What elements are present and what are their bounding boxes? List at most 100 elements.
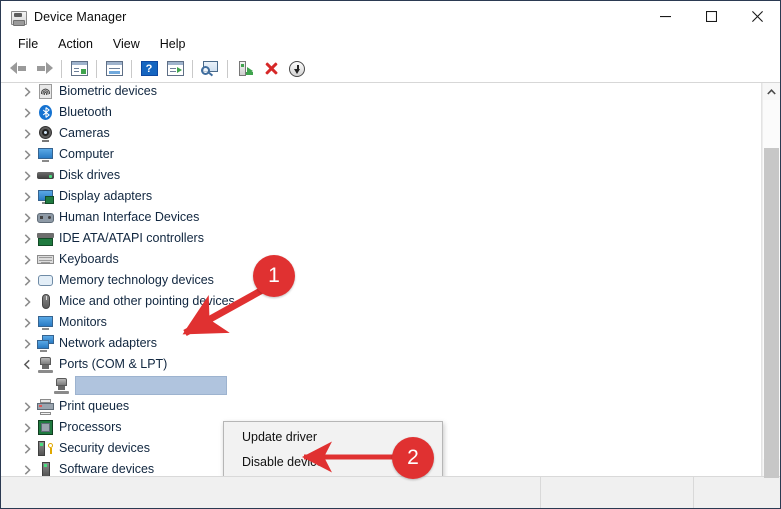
chevron-right-icon[interactable] — [19, 105, 35, 121]
toolbar-separator — [131, 59, 132, 78]
tree-item-disk-drives[interactable]: Disk drives — [1, 165, 761, 186]
chevron-down-icon[interactable] — [19, 357, 35, 373]
keyboard-icon — [37, 251, 54, 268]
tree-item-label: Display adapters — [59, 189, 153, 203]
tree-item-mice-and-other-pointing-devices[interactable]: Mice and other pointing devices — [1, 291, 761, 312]
tree-item-human-interface-devices[interactable]: Human Interface Devices — [1, 207, 761, 228]
tree-item-label: Software devices — [59, 462, 155, 476]
security-device-icon — [37, 440, 54, 457]
camera-icon — [37, 125, 54, 142]
mouse-icon — [37, 293, 54, 310]
arrow-left-icon — [9, 61, 28, 76]
chevron-right-icon[interactable] — [19, 294, 35, 310]
tree-item-label: Network adapters — [59, 336, 157, 350]
disable-device-button[interactable] — [284, 57, 310, 81]
chevron-right-icon[interactable] — [19, 147, 35, 163]
chevron-right-icon[interactable] — [19, 315, 35, 331]
properties-button[interactable] — [101, 57, 127, 81]
chevron-right-icon[interactable] — [19, 441, 35, 457]
help-question-icon: ? — [140, 61, 158, 76]
back-button[interactable] — [5, 57, 31, 81]
close-button[interactable] — [734, 1, 780, 32]
tree-item-print-queues[interactable]: Print queues — [1, 396, 761, 417]
context-menu-item-update-driver[interactable]: Update driver — [224, 424, 442, 449]
update-driver-button[interactable] — [232, 57, 258, 81]
update-driver-icon — [238, 61, 253, 76]
tree-item-label: Print queues — [59, 399, 130, 413]
window-title: Device Manager — [34, 9, 127, 24]
help-button[interactable]: ? — [136, 57, 162, 81]
chevron-right-icon[interactable] — [19, 420, 35, 436]
action-pane-icon — [166, 61, 184, 76]
tree-item-label: Cameras — [59, 126, 110, 140]
toolbar-separator — [61, 59, 62, 78]
scrollbar-track[interactable] — [763, 100, 780, 478]
scrollbar-thumb[interactable] — [764, 148, 779, 478]
tree-item-memory-technology-devices[interactable]: Memory technology devices — [1, 270, 761, 291]
tree-item-bluetooth[interactable]: Bluetooth — [1, 102, 761, 123]
vertical-scrollbar[interactable] — [762, 83, 780, 478]
chevron-right-icon[interactable] — [19, 336, 35, 352]
selection-highlight — [75, 376, 227, 395]
display-adapter-icon — [37, 188, 54, 205]
menu-action[interactable]: Action — [49, 34, 102, 54]
tree-item-biometric-devices[interactable]: Biometric devices — [1, 83, 761, 102]
tree-item-ide-ata-atapi-controllers[interactable]: IDE ATA/ATAPI controllers — [1, 228, 761, 249]
tree-item-label: Human Interface Devices — [59, 210, 200, 224]
uninstall-device-button[interactable] — [258, 57, 284, 81]
tree-item-network-adapters[interactable]: Network adapters — [1, 333, 761, 354]
ide-controller-icon — [37, 230, 54, 247]
maximize-button[interactable] — [688, 1, 734, 32]
content-area: Biometric devices Bluetooth Cameras Comp… — [1, 83, 780, 478]
show-hide-console-tree-button[interactable] — [66, 57, 92, 81]
tree-item-label: Keyboards — [59, 252, 119, 266]
chevron-up-icon — [767, 88, 776, 95]
status-bar-main — [1, 477, 540, 508]
context-menu-item-disable-device[interactable]: Disable device — [224, 449, 442, 474]
monitor-icon — [37, 314, 54, 331]
chevron-right-icon[interactable] — [19, 210, 35, 226]
maximize-icon — [705, 11, 717, 22]
toolbar-separator — [192, 59, 193, 78]
chevron-right-icon[interactable] — [19, 126, 35, 142]
tree-item-keyboards[interactable]: Keyboards — [1, 249, 761, 270]
chevron-right-icon[interactable] — [19, 252, 35, 268]
chevron-right-icon[interactable] — [19, 399, 35, 415]
scan-for-hardware-changes-button[interactable] — [197, 57, 223, 81]
device-tree-pane[interactable]: Biometric devices Bluetooth Cameras Comp… — [1, 83, 762, 476]
chevron-right-icon[interactable] — [19, 189, 35, 205]
tree-item-computer[interactable]: Computer — [1, 144, 761, 165]
menu-file[interactable]: File — [9, 34, 47, 54]
fingerprint-icon — [37, 83, 54, 100]
context-menu-item-uninstall-device[interactable]: Uninstall device — [224, 474, 442, 476]
tree-item-label: Biometric devices — [59, 84, 157, 98]
minimize-button[interactable] — [642, 1, 688, 32]
menu-help[interactable]: Help — [151, 34, 195, 54]
tree-item-ports-com-lpt[interactable]: Ports (COM & LPT) — [1, 354, 761, 375]
tree-item-display-adapters[interactable]: Display adapters — [1, 186, 761, 207]
show-hide-action-pane-button[interactable] — [162, 57, 188, 81]
status-bar — [1, 476, 780, 508]
hid-icon — [37, 209, 54, 226]
device-manager-window: Device Manager File Action View Help ? B… — [0, 0, 781, 509]
port-icon — [37, 356, 54, 373]
tree-item-label: IDE ATA/ATAPI controllers — [59, 231, 204, 245]
arrow-right-icon — [35, 61, 54, 76]
tree-item-label: Mice and other pointing devices — [59, 294, 235, 308]
chevron-right-icon[interactable] — [19, 231, 35, 247]
tree-item-label: Security devices — [59, 441, 151, 455]
chevron-right-icon[interactable] — [19, 84, 35, 100]
chevron-right-icon[interactable] — [19, 168, 35, 184]
menu-view[interactable]: View — [104, 34, 149, 54]
tree-item-label: Ports (COM & LPT) — [59, 357, 168, 371]
forward-button[interactable] — [31, 57, 57, 81]
window-controls — [642, 1, 780, 32]
tree-item-monitors[interactable]: Monitors — [1, 312, 761, 333]
chevron-right-icon[interactable] — [19, 462, 35, 477]
tree-item-label: Computer — [59, 147, 114, 161]
scroll-up-button[interactable] — [763, 83, 780, 100]
chevron-right-icon[interactable] — [19, 273, 35, 289]
tree-item-cameras[interactable]: Cameras — [1, 123, 761, 144]
tree-item-selected-port-device[interactable] — [1, 375, 761, 396]
tree-item-label: Processors — [59, 420, 122, 434]
